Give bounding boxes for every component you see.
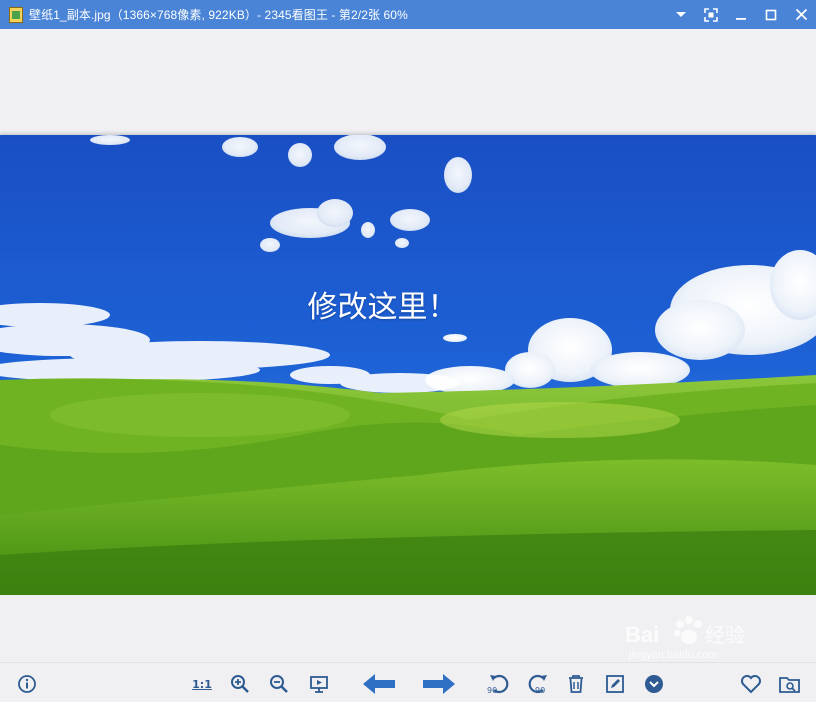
baidu-watermark-logo: Bai 经验 jingyan.baidu.com — [625, 612, 775, 662]
close-icon — [795, 8, 807, 21]
window-controls — [666, 0, 816, 29]
svg-text:Bai: Bai — [625, 622, 659, 647]
close-button[interactable] — [786, 0, 816, 29]
rotate-left-label: 90 — [487, 686, 498, 695]
rotate-right-button[interactable]: 90 — [525, 671, 551, 697]
actual-size-button[interactable]: 1:1 — [189, 671, 215, 697]
arrow-left-icon — [363, 674, 395, 694]
fullscreen-icon — [704, 7, 718, 22]
fullscreen-button[interactable] — [696, 0, 726, 29]
window-title: 壁纸1_副本.jpg（1366×768像素, 922KB）- 2345看图王 -… — [29, 8, 408, 22]
info-button[interactable] — [14, 671, 40, 697]
open-folder-button[interactable] — [777, 671, 803, 697]
arrow-right-icon — [423, 674, 455, 694]
bottom-toolbar: 1:1 90 90 — [0, 662, 816, 702]
actual-size-label: 1:1 — [192, 677, 212, 691]
displayed-image[interactable] — [0, 135, 816, 595]
chevron-down-circle-icon — [645, 675, 663, 693]
favorite-button[interactable] — [738, 671, 764, 697]
rotate-left-button[interactable]: 90 — [486, 671, 512, 697]
edit-button[interactable] — [602, 671, 628, 697]
image-overlay-text: 修改这里！ — [307, 290, 458, 325]
title-bar: 壁纸1_副本.jpg（1366×768像素, 922KB）- 2345看图王 -… — [0, 0, 816, 29]
next-image-button[interactable] — [422, 671, 456, 697]
rotate-right-label: 90 — [535, 686, 546, 695]
edit-icon — [606, 675, 624, 693]
zoom-in-icon — [231, 675, 249, 693]
more-options-button[interactable] — [641, 671, 667, 697]
slideshow-icon — [310, 676, 328, 693]
zoom-out-icon — [270, 675, 288, 693]
maximize-icon — [765, 9, 777, 20]
folder-search-icon — [779, 677, 800, 693]
minimize-button[interactable] — [726, 0, 756, 29]
dropdown-button[interactable] — [666, 0, 696, 29]
zoom-out-button[interactable] — [266, 671, 292, 697]
zoom-in-button[interactable] — [227, 671, 253, 697]
heart-icon — [741, 675, 761, 694]
svg-text:jingyan.baidu.com: jingyan.baidu.com — [628, 649, 718, 661]
minimize-icon — [736, 17, 746, 20]
delete-button[interactable] — [563, 671, 589, 697]
maximize-button[interactable] — [756, 0, 786, 29]
dropdown-icon — [676, 11, 686, 17]
app-logo-icon — [9, 6, 23, 23]
trash-icon — [569, 675, 583, 693]
previous-image-button[interactable] — [362, 671, 396, 697]
info-icon — [18, 675, 36, 693]
svg-text:经验: 经验 — [705, 623, 745, 647]
slideshow-button[interactable] — [306, 671, 332, 697]
